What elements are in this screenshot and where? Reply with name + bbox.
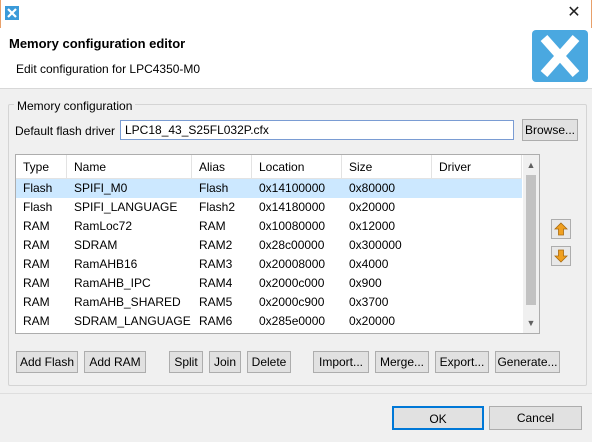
table-row[interactable]: RAM RamAHB_IPC RAM4 0x2000c000 0x900	[16, 274, 522, 293]
table-row[interactable]: Flash SPIFI_LANGUAGE Flash2 0x14180000 0…	[16, 198, 522, 217]
cell-alias: Flash	[199, 181, 229, 195]
default-flash-driver-label: Default flash driver	[15, 124, 116, 138]
cell-type: Flash	[23, 200, 53, 214]
cell-name: RamAHB_SHARED	[74, 295, 181, 309]
dialog-title: Memory configuration editor	[9, 36, 186, 51]
cell-name: RamLoc72	[74, 219, 133, 233]
cell-alias: RAM5	[199, 295, 233, 309]
cell-type: RAM	[23, 257, 50, 271]
cell-name: SDRAM	[74, 238, 118, 252]
cell-driver	[432, 236, 439, 255]
cell-alias: RAM2	[199, 238, 233, 252]
browse-button[interactable]: Browse...	[522, 119, 578, 141]
cell-type: RAM	[23, 276, 50, 290]
column-header-type[interactable]: Type	[16, 155, 67, 179]
column-header-driver[interactable]: Driver	[432, 155, 522, 179]
cell-name: RamAHB_IPC	[74, 276, 151, 290]
generate-button[interactable]: Generate...	[495, 351, 560, 373]
column-header-name[interactable]: Name	[67, 155, 192, 179]
dialog-header: Memory configuration editor Edit configu…	[0, 28, 592, 88]
table-row[interactable]: RAM SDRAM RAM2 0x28c00000 0x300000	[16, 236, 522, 255]
scroll-down-icon[interactable]: ▼	[523, 315, 539, 331]
export-button[interactable]: Export...	[435, 351, 489, 373]
cell-alias: Flash2	[199, 200, 236, 214]
cell-name: SPIFI_M0	[74, 181, 128, 195]
move-down-button[interactable]	[551, 246, 571, 266]
header-divider	[0, 88, 592, 89]
cell-name: SDRAM_LANGUAGE	[74, 314, 191, 328]
cell-size: 0x80000	[349, 181, 396, 195]
import-button[interactable]: Import...	[313, 351, 369, 373]
cell-type: RAM	[23, 219, 50, 233]
mcuxpresso-logo-icon	[532, 30, 588, 82]
merge-button[interactable]: Merge...	[375, 351, 429, 373]
delete-button[interactable]: Delete	[247, 351, 291, 373]
table-scrollbar[interactable]: ▲ ▼	[523, 155, 539, 333]
cell-size: 0x900	[349, 276, 382, 290]
column-header-location[interactable]: Location	[252, 155, 342, 179]
cell-driver	[432, 293, 439, 312]
table-row[interactable]: Flash SPIFI_M0 Flash 0x14100000 0x80000	[16, 179, 522, 198]
add-ram-button[interactable]: Add RAM	[84, 351, 146, 373]
cell-driver	[432, 255, 439, 274]
cancel-button[interactable]: Cancel	[489, 406, 582, 430]
split-button[interactable]: Split	[169, 351, 203, 373]
cell-driver	[432, 179, 439, 198]
cell-location: 0x14100000	[259, 181, 326, 195]
table-row[interactable]: RAM RamAHB_SHARED RAM5 0x2000c900 0x3700	[16, 293, 522, 312]
cell-type: RAM	[23, 238, 50, 252]
cell-location: 0x285e0000	[259, 314, 326, 328]
cell-alias: RAM3	[199, 257, 233, 271]
dialog-subtitle: Edit configuration for LPC4350-M0	[16, 62, 201, 76]
join-button[interactable]: Join	[209, 351, 241, 373]
table-row[interactable]: RAM SDRAM_LANGUAGE RAM6 0x285e0000 0x200…	[16, 312, 522, 331]
arrow-down-icon	[554, 249, 568, 263]
cell-alias: RAM	[199, 219, 226, 233]
cell-location: 0x28c00000	[259, 238, 325, 252]
cell-driver	[432, 274, 439, 293]
add-flash-button[interactable]: Add Flash	[16, 351, 78, 373]
scrollbar-thumb[interactable]	[526, 175, 536, 305]
cell-location: 0x20008000	[259, 257, 326, 271]
scroll-up-icon[interactable]: ▲	[523, 157, 539, 173]
cell-alias: RAM4	[199, 276, 233, 290]
cell-name: SPIFI_LANGUAGE	[74, 200, 178, 214]
app-icon	[5, 6, 19, 20]
ok-button[interactable]: OK	[392, 406, 484, 430]
default-flash-driver-input[interactable]: LPC18_43_S25FL032P.cfx	[120, 120, 514, 140]
cell-type: RAM	[23, 314, 50, 328]
cell-type: RAM	[23, 295, 50, 309]
cell-size: 0x3700	[349, 295, 389, 309]
column-header-alias[interactable]: Alias	[192, 155, 252, 179]
cell-driver	[432, 217, 439, 236]
memory-table[interactable]: Type Name Alias Location Size Driver Fla…	[15, 154, 540, 334]
cell-location: 0x2000c000	[259, 276, 325, 290]
cell-name: RamAHB16	[74, 257, 138, 271]
cell-location: 0x2000c900	[259, 295, 325, 309]
cell-location: 0x10080000	[259, 219, 326, 233]
memory-config-group-label: Memory configuration	[14, 99, 136, 113]
footer-divider	[0, 393, 592, 394]
cell-size: 0x300000	[349, 238, 402, 252]
column-header-size[interactable]: Size	[342, 155, 432, 179]
cell-size: 0x20000	[349, 200, 396, 214]
cell-size: 0x4000	[349, 257, 389, 271]
cell-driver	[432, 312, 439, 331]
cell-location: 0x14180000	[259, 200, 326, 214]
cell-driver	[432, 198, 439, 217]
move-up-button[interactable]	[551, 219, 571, 239]
table-row[interactable]: RAM RamAHB16 RAM3 0x20008000 0x4000	[16, 255, 522, 274]
arrow-up-icon	[554, 222, 568, 236]
close-icon[interactable]: ✕	[566, 5, 582, 21]
cell-size: 0x12000	[349, 219, 396, 233]
table-row[interactable]: RAM RamLoc72 RAM 0x10080000 0x12000	[16, 217, 522, 236]
cell-size: 0x20000	[349, 314, 396, 328]
cell-alias: RAM6	[199, 314, 233, 328]
cell-type: Flash	[23, 181, 53, 195]
